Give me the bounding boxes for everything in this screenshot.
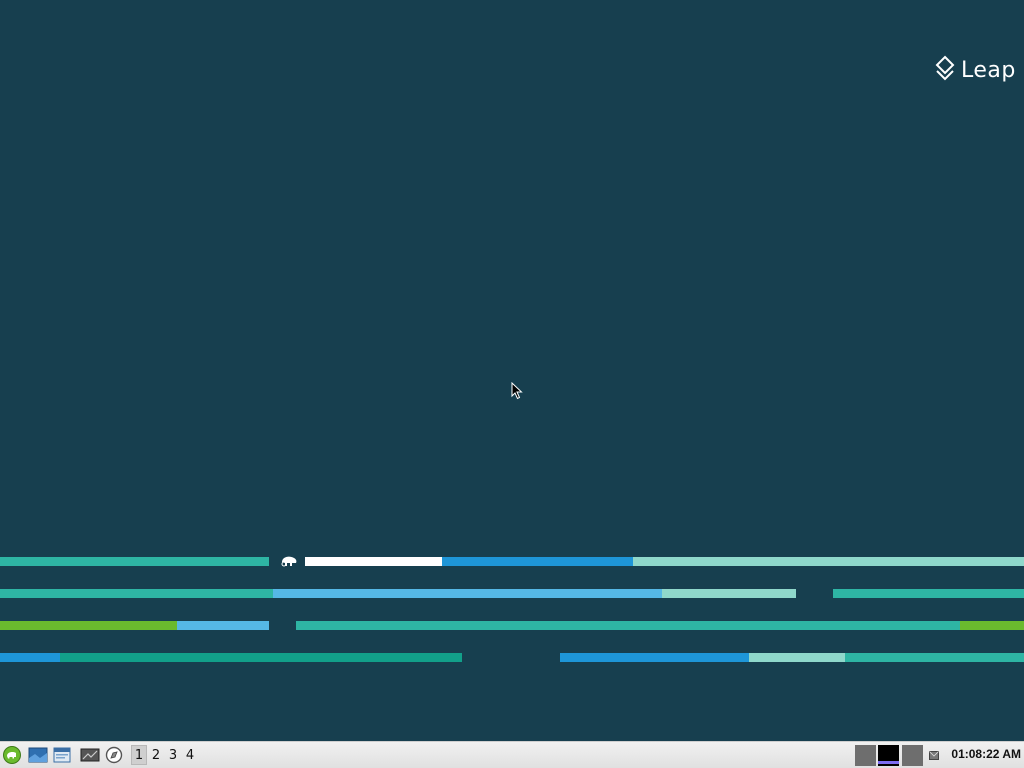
wallpaper-stripe — [0, 589, 1024, 598]
workspace-4[interactable]: 4 — [182, 747, 198, 765]
workspace-2[interactable]: 2 — [148, 747, 164, 765]
wallpaper-stripe — [0, 621, 1024, 630]
file-manager-icon[interactable] — [52, 746, 72, 764]
desktop[interactable]: Leap — [0, 0, 1024, 741]
show-desktop-icon[interactable] — [28, 746, 48, 764]
gecko-icon — [281, 556, 297, 567]
tray-mail-icon[interactable] — [929, 751, 939, 760]
leap-wordmark: Leap — [961, 57, 1016, 83]
mouse-cursor-icon — [511, 382, 523, 400]
start-menu-icon[interactable] — [2, 746, 22, 764]
leap-diamond-icon — [935, 55, 955, 81]
taskbar: 1 2 3 4 01:08:22 AM — [0, 741, 1024, 768]
wallpaper-stripe — [0, 557, 1024, 566]
workspace-3[interactable]: 3 — [165, 747, 181, 765]
pager-cell[interactable] — [855, 745, 876, 766]
workspace-1[interactable]: 1 — [131, 745, 147, 765]
leap-logo: Leap — [935, 55, 1016, 85]
wallpaper-stripe — [0, 653, 1024, 662]
pager-cell-active[interactable] — [878, 745, 899, 766]
terminal-icon[interactable] — [80, 746, 100, 764]
pager-cell[interactable] — [902, 745, 923, 766]
web-browser-icon[interactable] — [104, 746, 124, 764]
clock[interactable]: 01:08:22 AM — [951, 747, 1021, 761]
